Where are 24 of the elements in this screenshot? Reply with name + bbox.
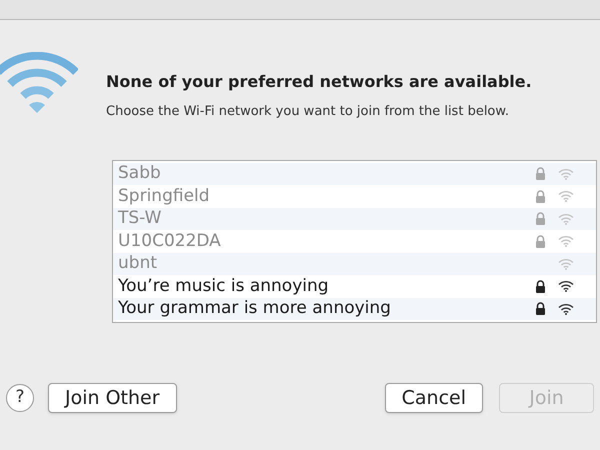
network-row[interactable]: ubnt xyxy=(113,252,596,275)
network-name: U10C022DA xyxy=(118,230,222,252)
signal-icon xyxy=(558,235,574,248)
signal-icon xyxy=(558,212,574,225)
signal-icon xyxy=(558,302,574,315)
dialog-heading: None of your preferred networks are available. xyxy=(106,71,532,93)
network-row[interactable]: Sabb xyxy=(113,162,596,185)
network-name: Springfield xyxy=(118,184,211,208)
signal-icon xyxy=(558,280,574,292)
network-name: Your grammar is more annoying xyxy=(118,297,392,320)
network-name: You’re music is annoying xyxy=(118,274,330,298)
help-button[interactable]: ? xyxy=(6,384,34,412)
network-name: Sabb xyxy=(118,162,162,185)
network-name: ubnt xyxy=(118,252,158,275)
wifi-icon xyxy=(0,52,78,114)
network-name: TS-W xyxy=(118,207,162,230)
network-row[interactable]: TS-W xyxy=(113,208,596,230)
signal-icon xyxy=(558,190,574,202)
cancel-button[interactable]: Cancel xyxy=(384,383,483,413)
network-row[interactable]: Your grammar is more annoying xyxy=(113,298,596,320)
join-other-button[interactable]: Join Other xyxy=(48,383,177,413)
signal-icon xyxy=(558,168,574,180)
dialog-message: Choose the Wi-Fi network you want to join from the list below. xyxy=(106,103,510,121)
signal-icon xyxy=(558,258,574,270)
